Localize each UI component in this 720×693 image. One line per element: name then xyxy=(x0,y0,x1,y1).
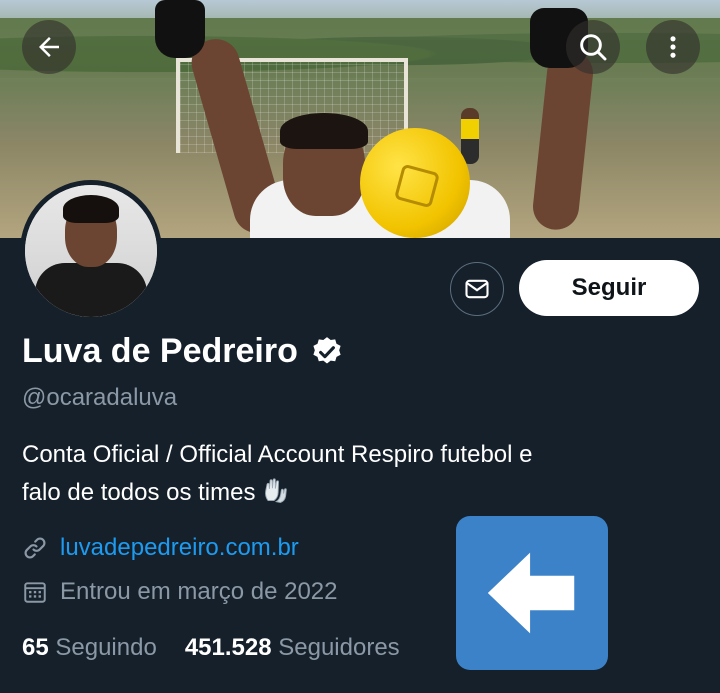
bio-line-1: Conta Oficial / Official Account Respiro… xyxy=(22,441,533,468)
following-label: Seguindo xyxy=(55,634,157,661)
follow-stats: 65 Seguindo 451.528 Seguidores xyxy=(22,634,400,662)
followers-stat[interactable]: 451.528 Seguidores xyxy=(185,634,400,661)
bio-line-2: falo de todos os times xyxy=(22,479,256,506)
banner-bystander xyxy=(461,108,479,164)
overlay-arrow-box xyxy=(456,516,608,670)
message-button[interactable] xyxy=(450,262,504,316)
more-options-button[interactable] xyxy=(646,20,700,74)
joined-date: Entrou em março de 2022 xyxy=(60,578,338,605)
avatar-hair xyxy=(63,195,119,223)
joined-row: Entrou em março de 2022 xyxy=(22,578,338,606)
profile-avatar[interactable] xyxy=(20,180,162,322)
mail-icon xyxy=(465,279,489,299)
search-icon xyxy=(580,34,607,61)
display-name: Luva de Pedreiro xyxy=(22,332,298,370)
profile-bio: Conta Oficial / Official Account Respiro… xyxy=(22,436,702,512)
gloves-emoji-icon xyxy=(265,478,288,503)
following-stat[interactable]: 65 Seguindo xyxy=(22,634,157,661)
calendar-icon xyxy=(24,582,46,603)
banner-player-hair xyxy=(280,113,368,149)
more-vertical-icon xyxy=(670,36,676,58)
followers-count: 451.528 xyxy=(184,634,272,661)
verified-badge-icon[interactable] xyxy=(310,335,344,369)
website-row: luvadepedreiro.com.br xyxy=(22,534,299,562)
banner-football xyxy=(360,128,470,238)
link-icon xyxy=(24,537,46,559)
avatar-body xyxy=(35,263,147,317)
back-button[interactable] xyxy=(22,20,76,74)
following-count: 65 xyxy=(22,634,49,661)
banner-glove-left xyxy=(155,0,205,58)
follow-button[interactable]: Seguir xyxy=(519,260,699,316)
arrow-left-icon xyxy=(39,37,59,57)
search-button[interactable] xyxy=(566,20,620,74)
arrow-left-overlay-icon xyxy=(487,552,575,634)
website-link[interactable]: luvadepedreiro.com.br xyxy=(60,534,299,562)
followers-label: Seguidores xyxy=(278,634,400,661)
bio-line-2-wrap: falo de todos os times xyxy=(22,474,702,512)
profile-handle: @ocaradaluva xyxy=(22,384,178,411)
profile-name-row: Luva de Pedreiro xyxy=(22,332,344,371)
